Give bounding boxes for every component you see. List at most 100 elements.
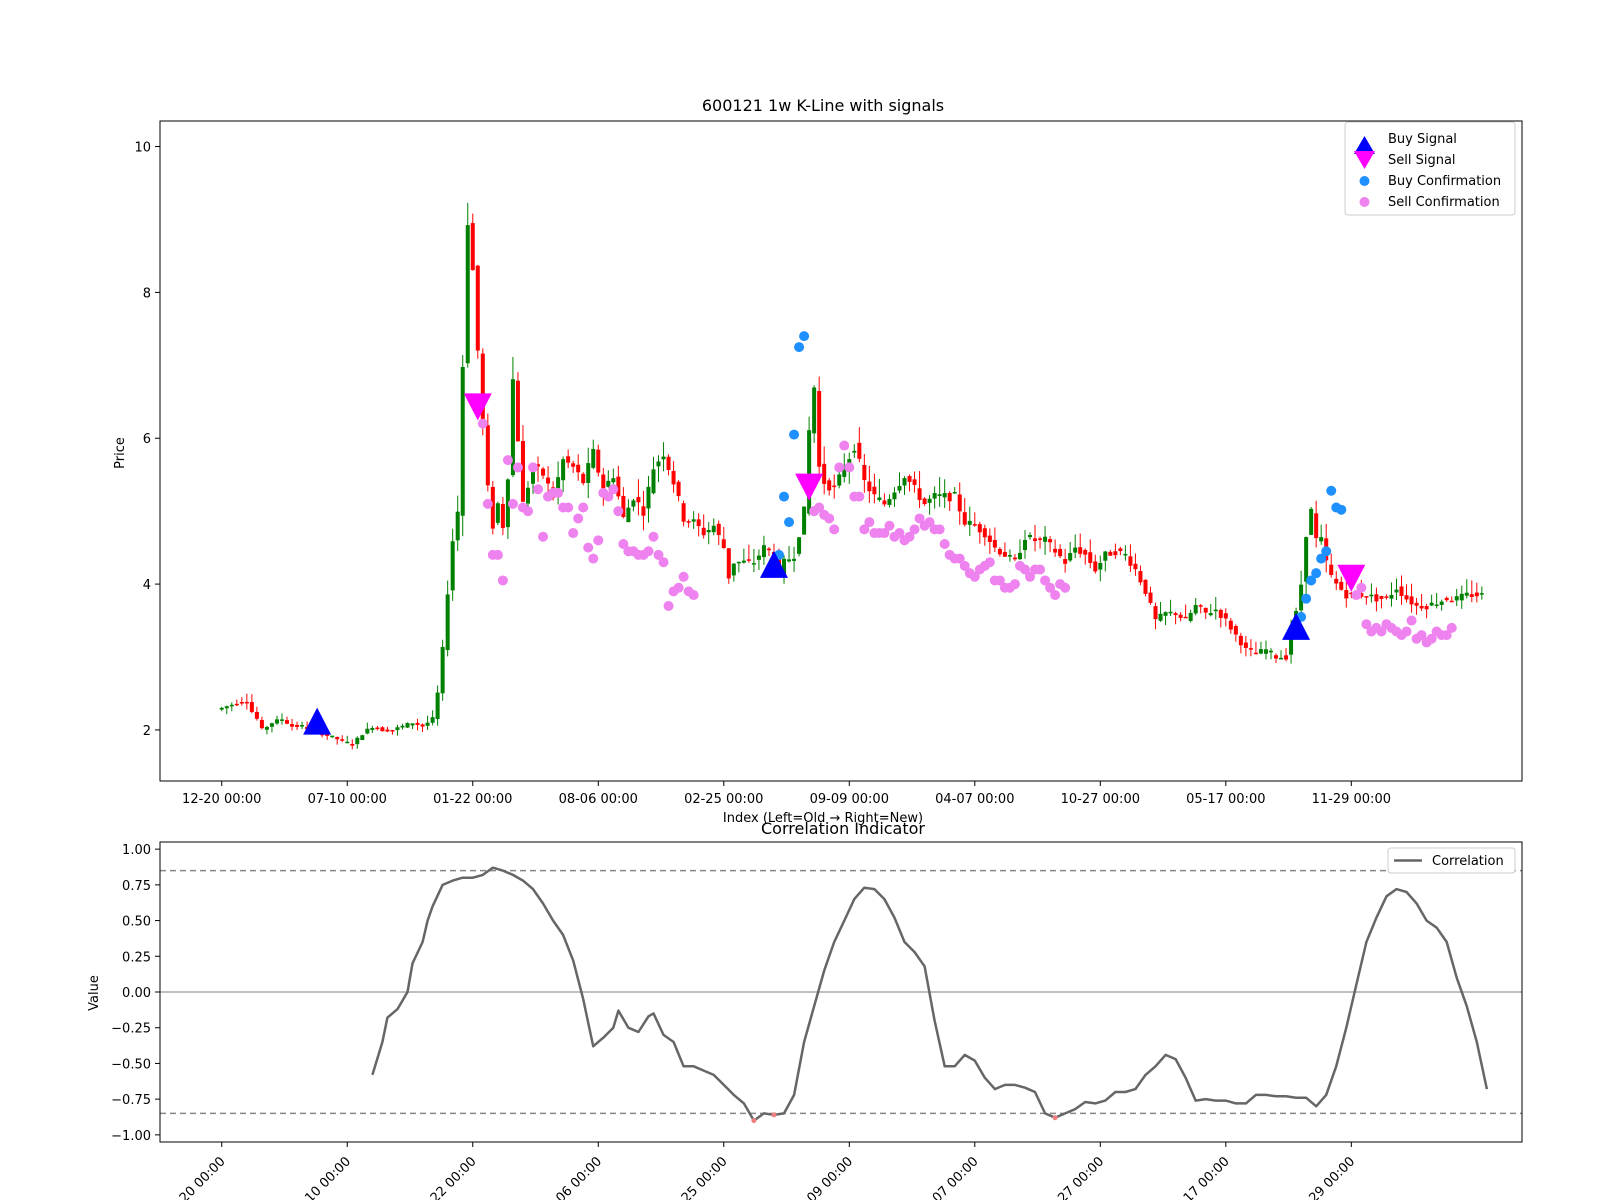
y-tick-label: −0.25	[111, 1022, 151, 1037]
candle-body	[787, 559, 792, 562]
candle-body	[290, 724, 295, 727]
candle-body	[1078, 547, 1083, 554]
candle-body	[1449, 600, 1454, 603]
candle-body	[1173, 613, 1178, 616]
candle-body	[1434, 604, 1439, 607]
candle-body	[1033, 538, 1038, 542]
y-tick-label: 2	[143, 724, 151, 739]
candle-body	[967, 520, 972, 525]
candle-body	[887, 498, 892, 505]
candle-body	[1329, 564, 1334, 575]
sell-confirmation-point	[568, 528, 579, 539]
candle-body	[1028, 534, 1033, 538]
x-tick-label: 05-17 00:00	[1186, 792, 1265, 807]
candle-body	[525, 487, 530, 504]
candle	[465, 202, 470, 368]
y-tick-label: 6	[143, 432, 151, 447]
candle-body	[1093, 561, 1098, 572]
candle-body	[1429, 602, 1434, 606]
candle-body	[872, 486, 877, 495]
candle-body	[716, 523, 721, 536]
candle-body	[1263, 649, 1268, 654]
candle-body	[470, 223, 475, 271]
candle-body	[360, 735, 365, 741]
buy-confirmation-point	[1321, 546, 1332, 557]
sell-confirmation-point	[578, 502, 589, 513]
chart-figure: 600121 1w K-Line with signals 2 4 6 8 10 12-…	[0, 0, 1600, 1200]
candle-body	[1319, 537, 1324, 542]
legend-sell-confirmation-label: Sell Confirmation	[1388, 195, 1500, 210]
candle-body	[1213, 609, 1218, 612]
candle-body	[1344, 590, 1349, 599]
candle-body	[561, 459, 566, 481]
candle-body	[581, 473, 586, 484]
candle-body	[611, 478, 616, 483]
candle-body	[817, 391, 822, 467]
candle-body	[1073, 547, 1078, 553]
candle-body	[751, 563, 756, 565]
sell-confirmation-point	[854, 491, 865, 502]
legend-buy-confirmation-label: Buy Confirmation	[1388, 174, 1501, 189]
sell-confirmation-point	[909, 524, 920, 535]
candle-body	[1479, 593, 1484, 595]
candle-body	[1012, 557, 1017, 560]
candle-body	[1424, 606, 1429, 610]
candle-body	[882, 500, 887, 505]
candle-body	[254, 711, 259, 719]
sell-confirmation-point	[563, 502, 574, 513]
candle-body	[636, 497, 641, 503]
candle-body	[395, 727, 400, 731]
candle-body	[400, 725, 405, 728]
candle-body	[651, 469, 656, 494]
sell-confirmation-point	[864, 517, 875, 528]
candle-body	[731, 563, 736, 576]
sell-confirmation-point	[1401, 626, 1412, 637]
candle-body	[952, 491, 957, 494]
sell-confirmation-point	[1446, 622, 1457, 633]
candle	[440, 639, 445, 701]
buy-confirmation-point	[799, 331, 810, 342]
correlation-legend: Correlation	[1387, 847, 1516, 874]
buy-confirmation-point	[784, 517, 795, 528]
candle-body	[1253, 652, 1258, 655]
buy-confirmation-point	[1326, 485, 1337, 496]
sell-confirmation-point	[512, 462, 523, 473]
candle-body	[1243, 642, 1248, 648]
candle-body	[375, 727, 380, 730]
x-tick-label: 07-10 00:00	[308, 792, 387, 807]
candle-body	[766, 548, 771, 551]
candle-body	[746, 559, 751, 561]
candle-body	[666, 456, 671, 471]
candle-body	[626, 507, 631, 523]
candle-body	[1058, 548, 1063, 557]
x-tick-label: 12-20 00:00	[182, 792, 261, 807]
y-tick-label: −1.00	[111, 1129, 151, 1144]
candle-body	[430, 717, 435, 723]
buy-confirmation-point	[1311, 568, 1322, 579]
x-tick-label: 09-09 00:00	[810, 792, 889, 807]
candle-body	[736, 561, 741, 564]
candle-body	[947, 492, 952, 502]
candle-body	[385, 729, 390, 732]
candle-body	[1414, 602, 1419, 606]
sell-confirmation-point	[839, 440, 850, 451]
sell-confirmation-point	[492, 549, 503, 560]
candle-body	[792, 558, 797, 561]
candle-body	[1218, 609, 1223, 618]
candle-body	[1284, 655, 1289, 660]
candle-body	[1444, 597, 1449, 601]
candle-body	[631, 500, 636, 507]
sell-confirmation-point	[507, 498, 518, 509]
kline-y-axis-title: Price	[113, 437, 128, 469]
candle-body	[219, 707, 224, 710]
candle-body	[1258, 649, 1263, 654]
candle-body	[827, 480, 832, 491]
sell-confirmation-point	[477, 418, 488, 429]
candle-body	[1273, 655, 1279, 659]
candle-body	[335, 737, 340, 740]
candle-body	[942, 493, 947, 498]
y-tick-label: 4	[143, 578, 151, 593]
candle-body	[1168, 611, 1173, 614]
candle-body	[410, 723, 415, 726]
candle-body	[1038, 538, 1043, 540]
